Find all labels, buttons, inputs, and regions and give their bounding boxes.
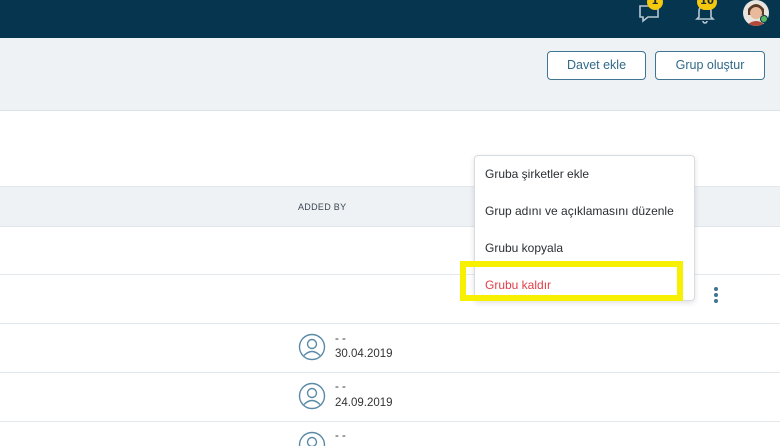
added-date: 30.04.2019: [335, 348, 393, 360]
column-header-added-by: ADDED BY: [298, 202, 347, 212]
action-bar: Davet ekle Grup oluştur: [0, 38, 780, 111]
added-by-name: - -: [335, 430, 346, 442]
table-row: - - 30.04.2019: [0, 324, 780, 373]
menu-item-edit-name-description[interactable]: Grup adını ve açıklamasını düzenle: [485, 204, 674, 218]
highlight-box: [460, 261, 683, 301]
row-options-kebab-icon[interactable]: [710, 287, 722, 307]
online-status-dot: [760, 15, 768, 23]
table-row: - -: [0, 422, 780, 446]
top-nav-bar: 1 10: [0, 0, 780, 38]
create-group-button[interactable]: Grup oluştur: [655, 51, 765, 80]
menu-pointer-arrow: [686, 286, 693, 298]
messages-button[interactable]: 1: [637, 0, 663, 26]
invite-button[interactable]: Davet ekle: [547, 51, 646, 80]
added-by-name: - -: [335, 381, 346, 393]
user-icon: [298, 431, 326, 446]
table-row: - - 24.09.2019: [0, 373, 780, 422]
added-by-name: - -: [335, 333, 346, 345]
menu-item-add-companies[interactable]: Gruba şirketler ekle: [485, 167, 589, 181]
added-date: 24.09.2019: [335, 397, 393, 409]
user-icon: [298, 382, 326, 410]
menu-item-copy-group[interactable]: Grubu kopyala: [485, 241, 563, 255]
user-icon: [298, 333, 326, 361]
notifications-button[interactable]: 10: [692, 0, 718, 26]
